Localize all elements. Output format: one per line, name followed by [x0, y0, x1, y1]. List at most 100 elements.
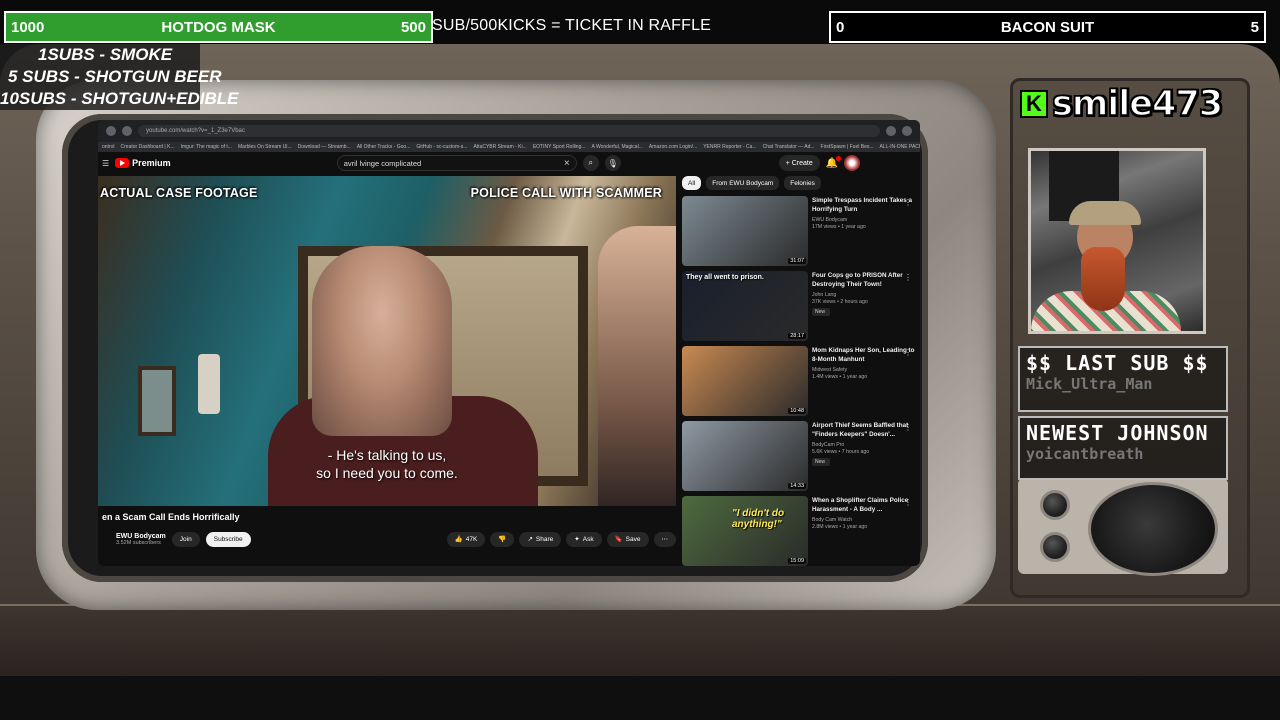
sub-reward-item: 5 SUBS - SHOTGUN BEER — [8, 67, 222, 86]
subscribe-button[interactable]: Subscribe — [205, 531, 251, 547]
recommendation-title[interactable]: Mom Kidnaps Her Son, Leading to 8-Month … — [812, 347, 918, 364]
bookmark-item[interactable]: Imgur: The magic of t... — [181, 142, 232, 152]
goal-bar-hotdog: 1000 HOTDOG MASK 500 — [4, 11, 433, 43]
video-thumbnail[interactable]: 10:48 — [682, 346, 808, 416]
more-actions-button[interactable]: ⋯ — [653, 531, 676, 547]
recommendation-title[interactable]: When a Shoplifter Claims Police Harassme… — [812, 497, 918, 514]
goal-max: 5 — [1250, 18, 1259, 36]
close-icon[interactable]: × — [564, 158, 570, 169]
bookmark-item[interactable]: Download — Streamb... — [298, 142, 351, 152]
recommendation-meta: 2.8M views • 1 year ago — [812, 524, 868, 530]
video-duration: 15:09 — [788, 558, 806, 564]
bookmark-item[interactable]: Marbles On Stream Ul... — [238, 142, 292, 152]
share-button[interactable]: ↗ Share — [519, 531, 562, 547]
channel-info: EWU Bodycam 3.52M subscribers — [116, 533, 166, 546]
more-vertical-icon[interactable]: ⋮ — [904, 348, 912, 357]
create-button[interactable]: + Create — [778, 155, 820, 171]
bookmark-item[interactable]: Creator Dashboard | K... — [121, 142, 175, 152]
goal-max: 500 — [400, 18, 426, 36]
bookmark-item[interactable]: EOTINY Sport Rolling... — [533, 142, 586, 152]
notifications-bell-icon[interactable]: 🔔 — [826, 155, 842, 169]
goal-title: HOTDOG MASK — [161, 18, 276, 36]
more-vertical-icon[interactable]: ⋮ — [904, 423, 912, 432]
channel-row: EWU Bodycam 3.52M subscribers Join Subsc… — [102, 526, 676, 552]
more-icon: ⋯ — [661, 536, 669, 543]
menu-icon[interactable]: ☰ — [102, 159, 109, 168]
bookmark-item[interactable]: A Wonderful, Magical... — [592, 142, 643, 152]
filter-chip[interactable]: Felonies — [784, 176, 821, 190]
like-button[interactable]: 👍 47K — [446, 531, 486, 547]
video-player[interactable]: ACTUAL CASE FOOTAGE POLICE CALL WITH SCA… — [98, 176, 676, 506]
bookmark-item[interactable]: FirstSpawn | Fuel Bes... — [821, 142, 874, 152]
more-vertical-icon[interactable]: ⋮ — [904, 198, 912, 207]
profile-icon[interactable] — [902, 126, 912, 136]
bookmark-item[interactable]: Amazon.com Login/... — [649, 142, 697, 152]
bookmark-item[interactable]: All Other Tracks - Goo... — [357, 142, 411, 152]
save-button[interactable]: 🔖 Save — [606, 531, 649, 547]
sub-reward-item: 1SUBS - SMOKE — [38, 45, 173, 64]
thumbnail-caption: "I didn't do anything!" — [732, 508, 785, 530]
search-box[interactable]: avril lvinge complicated × — [336, 155, 577, 171]
ask-button[interactable]: ✦ Ask — [566, 531, 602, 547]
recommendation-channel[interactable]: BodyCam Pro — [812, 442, 918, 448]
recommendation-item[interactable]: They all went to prison. 28:17 Four Cops g… — [682, 271, 918, 346]
filter-chip[interactable]: All — [682, 176, 702, 190]
recommendation-item[interactable]: 31:07 Simple Trespass Incident Takes a Ho… — [682, 196, 918, 271]
browser-toolbar: youtube.com/watch?v=_1_Z3e7Vbac — [98, 120, 920, 142]
video-thumbnail[interactable]: "I didn't do anything!" 15:09 — [682, 496, 808, 566]
recommendation-channel[interactable]: John Lang — [812, 292, 918, 298]
address-bar[interactable]: youtube.com/watch?v=_1_Z3e7Vbac — [138, 125, 880, 137]
recommendation-item[interactable]: "I didn't do anything!" 15:09 When a Shopl… — [682, 496, 918, 566]
wall-phone — [198, 354, 220, 414]
back-icon[interactable] — [106, 126, 116, 136]
join-button[interactable]: Join — [171, 531, 200, 547]
new-badge: New — [812, 308, 830, 316]
bookmark-item[interactable]: GitHub - sc-custom-s... — [416, 142, 467, 152]
search-icon[interactable]: ⌕ — [582, 155, 599, 171]
video-thumbnail[interactable]: They all went to prison. 28:17 — [682, 271, 808, 341]
last-sub-label: $$ LAST SUB $$ — [1026, 351, 1209, 375]
more-vertical-icon[interactable]: ⋮ — [904, 498, 912, 507]
filter-chip[interactable]: From EWU Bodycam — [706, 176, 780, 190]
browser-window: youtube.com/watch?v=_1_Z3e7Vbac ontrol Cr… — [98, 120, 920, 566]
recommendation-title[interactable]: Airport Thief Seems Baffled that "Finder… — [812, 422, 918, 439]
create-label: Create — [791, 159, 813, 167]
bookmark-item[interactable]: AttaCYBR Stream - Ki... — [473, 142, 526, 152]
recommendation-item[interactable]: 14:33 Airport Thief Seems Baffled that "F… — [682, 421, 918, 496]
video-thumbnail[interactable]: 31:07 — [682, 196, 808, 266]
account-avatar[interactable] — [844, 155, 861, 171]
extension-icon[interactable] — [886, 126, 896, 136]
recommendation-channel[interactable]: Midwest Safety — [812, 367, 918, 373]
bookmark-item[interactable]: ontrol — [102, 142, 115, 152]
thumbnail-caption: They all went to prison. — [686, 274, 764, 281]
microphone-icon[interactable]: 🎙 — [604, 155, 621, 171]
newest-label: NEWEST JOHNSON — [1026, 421, 1209, 445]
webcam-feed — [1028, 148, 1206, 334]
sub-reward-item: 10SUBS - SHOTGUN+EDIBLE — [0, 89, 239, 108]
search-input[interactable]: avril lvinge complicated — [344, 159, 564, 168]
bookmark-item[interactable]: ALL-IN-ONE PACKAGE... — [880, 142, 920, 152]
filter-chips: All From EWU Bodycam Felonies — [682, 176, 918, 190]
bookmark-item[interactable]: YENRR Reporter - Ca... — [703, 142, 756, 152]
thumbs-up-icon: 👍 — [454, 536, 463, 543]
save-label: Save — [625, 535, 641, 543]
youtube-logo[interactable]: Premium — [115, 158, 171, 168]
reload-icon[interactable] — [122, 126, 132, 136]
thumbs-down-icon: 👎 — [498, 536, 507, 543]
video-thumbnail[interactable]: 14:33 — [682, 421, 808, 491]
youtube-play-icon — [115, 158, 130, 168]
recommendation-title[interactable]: Four Cops go to PRISON After Destroying … — [812, 272, 918, 289]
recommendation-channel[interactable]: Body Cam Watch — [812, 517, 918, 523]
recommendation-title[interactable]: Simple Trespass Incident Takes a Horrify… — [812, 197, 918, 214]
channel-subscribers: 3.52M subscribers — [116, 539, 161, 546]
video-duration: 10:48 — [788, 408, 806, 414]
recommendation-channel[interactable]: EWU Bodycam — [812, 217, 918, 223]
wall-picture — [138, 366, 176, 436]
dislike-button[interactable]: 👎 — [490, 531, 515, 547]
bookmark-item[interactable]: Chat Translator — Ad... — [763, 142, 815, 152]
recommendation-item[interactable]: 10:48 Mom Kidnaps Her Son, Leading to 8-M… — [682, 346, 918, 421]
like-count: 47K — [465, 535, 478, 543]
channel-name[interactable]: EWU Bodycam — [116, 533, 166, 540]
more-vertical-icon[interactable]: ⋮ — [904, 273, 912, 282]
recommendation-info: Airport Thief Seems Baffled that "Finder… — [812, 421, 918, 496]
